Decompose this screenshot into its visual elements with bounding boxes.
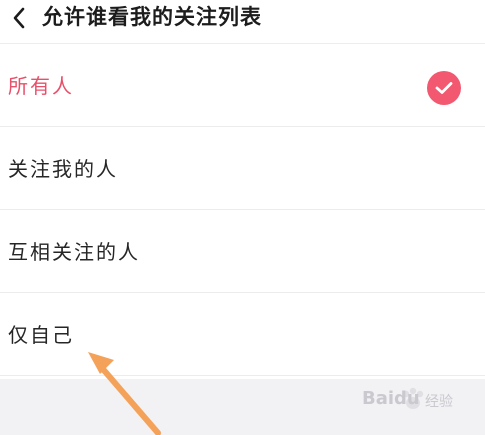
watermark-brand: Baidu — [362, 388, 420, 409]
page-title: 允许谁看我的关注列表 — [42, 5, 262, 29]
visibility-options-list: 所有人 关注我的人 互相关注的人 仅自己 — [0, 44, 485, 376]
watermark-brand-text: Baidu — [362, 388, 420, 409]
option-label: 仅自己 — [8, 323, 74, 347]
nav-header: 允许谁看我的关注列表 — [0, 0, 485, 44]
option-followers[interactable]: 关注我的人 — [0, 127, 485, 210]
back-button[interactable] — [6, 4, 32, 32]
option-label: 所有人 — [8, 74, 74, 98]
option-only-me[interactable]: 仅自己 — [0, 293, 485, 376]
check-circle-icon — [427, 71, 461, 105]
option-label: 互相关注的人 — [8, 240, 140, 264]
chevron-left-icon — [13, 7, 25, 29]
option-mutual-follow[interactable]: 互相关注的人 — [0, 210, 485, 293]
option-everyone[interactable]: 所有人 — [0, 44, 485, 127]
option-label: 关注我的人 — [8, 157, 118, 181]
watermark-suffix: 经验 — [425, 394, 453, 410]
